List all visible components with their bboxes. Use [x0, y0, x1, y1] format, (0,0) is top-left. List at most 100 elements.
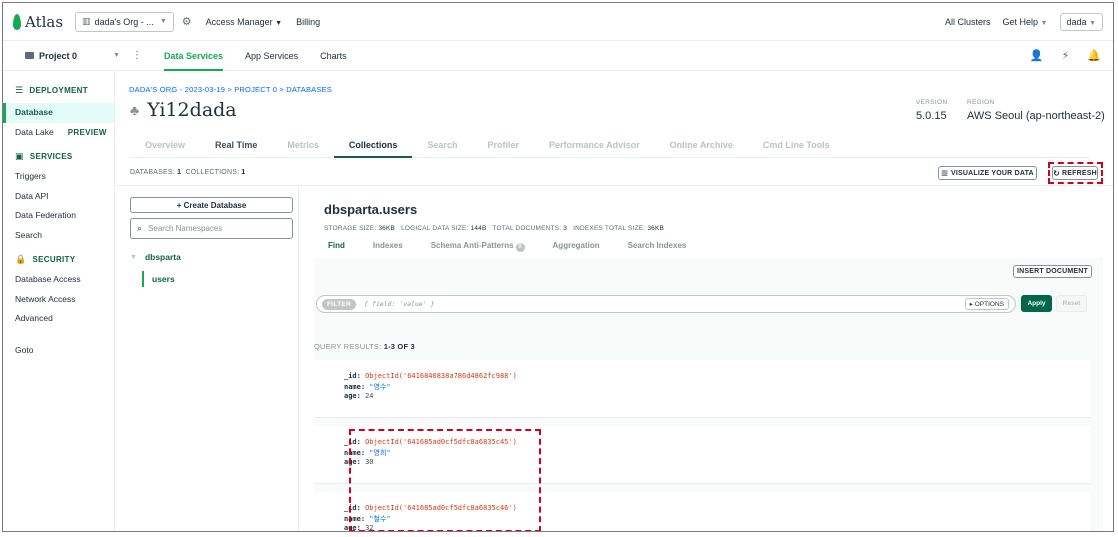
sidebar-item-data-federation[interactable]: Data Federation: [13, 206, 114, 226]
sidebar-item-network-access[interactable]: Network Access: [13, 290, 114, 310]
field-key: _id:: [344, 438, 361, 446]
filter-input[interactable]: { field: 'value' }: [364, 300, 434, 308]
region-block: REGION AWS Seoul (ap-northeast-2): [967, 99, 1105, 122]
tab-real-time[interactable]: Real Time: [200, 139, 272, 158]
deployment-header: ☰ DEPLOYMENT: [15, 85, 114, 96]
chevron-down-icon: ▼: [1089, 19, 1096, 27]
caret-down-icon: ▼: [130, 253, 137, 261]
document-card[interactable]: _id: ObjectId('641685ad0cf5dfc8a6835c46'…: [314, 492, 1090, 531]
document-card[interactable]: _id: ObjectId('641685ad0cf5dfc8a6835c45'…: [314, 426, 1090, 484]
security-header: 🔒 SECURITY: [15, 254, 114, 265]
tab-search[interactable]: Search: [412, 139, 472, 158]
all-clusters-link[interactable]: All Clusters: [945, 17, 991, 27]
org-selector-label: dada's Org - ...: [94, 16, 154, 27]
page-title: Yi12dada: [147, 99, 237, 121]
database-item-dbsparta[interactable]: ▼ dbsparta: [130, 252, 181, 262]
apply-button[interactable]: Apply: [1021, 295, 1052, 312]
refresh-button[interactable]: ↻ REFRESH: [1052, 166, 1098, 180]
activity-feed-icon[interactable]: ⚡: [1062, 49, 1070, 62]
tab-performance-advisor[interactable]: Performance Advisor: [534, 139, 655, 158]
document-card[interactable]: _id: ObjectId('6416840838a786d4862fc988'…: [314, 360, 1090, 418]
query-results-label: QUERY RESULTS: 1-3 OF 3: [314, 342, 415, 351]
access-manager-label: Access Manager: [205, 16, 273, 27]
doc-field-id: _id: ObjectId('641685ad0cf5dfc8a6835c46'…: [344, 504, 517, 512]
services-icon: ▣: [15, 151, 24, 161]
project-icons: 👤 ⚡ 🔔: [1030, 49, 1101, 62]
user-name: dada: [1066, 16, 1087, 27]
doc-field-age: age: 30: [344, 458, 374, 466]
tab-online-archive[interactable]: Online Archive: [655, 139, 748, 158]
databases-count: 1: [177, 169, 182, 176]
tab-find[interactable]: Find: [314, 240, 359, 256]
invite-user-icon[interactable]: 👤: [1030, 49, 1044, 62]
left-sidebar: ☰ DEPLOYMENT Database Data Lake PREVIEW ▣ S…: [3, 71, 115, 531]
sidebar-item-advanced[interactable]: Advanced: [13, 309, 114, 329]
cluster-title: ♣ Yi12dada: [130, 99, 237, 121]
tab-collections[interactable]: Collections: [333, 139, 413, 158]
get-help-menu[interactable]: Get Help ▼: [1003, 17, 1048, 27]
create-database-button[interactable]: + Create Database: [130, 197, 293, 213]
search-namespaces-input[interactable]: [148, 224, 279, 233]
tab-aggregation[interactable]: Aggregation: [539, 240, 614, 256]
tab-schema-anti-patterns[interactable]: Schema Anti-Patterns 0: [417, 240, 539, 256]
bell-icon[interactable]: 🔔: [1087, 49, 1101, 62]
collection-stats: STORAGE SIZE: 36KB LOGICAL DATA SIZE: 14…: [324, 225, 664, 232]
sidebar-item-database[interactable]: Database: [3, 103, 114, 123]
breadcrumb[interactable]: DADA'S ORG - 2023-03-19 > PROJECT 0 > DA…: [129, 85, 332, 94]
sidebar-item-label: Network Access: [15, 293, 76, 304]
atlas-logo[interactable]: Atlas: [13, 13, 63, 31]
access-manager-menu[interactable]: Access Manager ▼: [206, 17, 282, 27]
collection-item-users[interactable]: users: [142, 271, 175, 287]
chevron-down-icon: ▼: [113, 52, 120, 59]
tab-profiler[interactable]: Profiler: [472, 139, 534, 158]
project-navbar: Project 0 ▼ ⋮ Data Services App Services…: [3, 41, 1113, 71]
sidebar-item-goto[interactable]: Goto: [13, 341, 114, 361]
tab-charts[interactable]: Charts: [320, 41, 347, 71]
visualize-data-button[interactable]: ▥ VISUALIZE YOUR DATA: [938, 166, 1037, 180]
top-navbar: Atlas ▥ dada's Org - ... ▼ ⚙ Access Mana…: [3, 3, 1113, 41]
storage-value: 36KB: [378, 225, 396, 232]
security-header-label: SECURITY: [32, 255, 76, 264]
sidebar-item-triggers[interactable]: Triggers: [13, 167, 114, 187]
user-menu[interactable]: dada ▼: [1059, 12, 1103, 31]
tab-cmd-line-tools[interactable]: Cmd Line Tools: [748, 139, 845, 158]
version-block: VERSION 5.0.15: [916, 99, 947, 122]
field-key: name:: [344, 383, 366, 391]
tab-search-indexes[interactable]: Search Indexes: [614, 240, 701, 256]
tab-indexes[interactable]: Indexes: [359, 240, 417, 256]
tab-app-services[interactable]: App Services: [245, 41, 298, 71]
search-icon: ⌕: [137, 223, 143, 233]
gear-icon[interactable]: ⚙: [182, 15, 192, 28]
tab-overview[interactable]: Overview: [130, 139, 200, 158]
sidebar-item-label: Database: [15, 107, 53, 117]
logo-text: Atlas: [25, 12, 64, 31]
org-selector[interactable]: ▥ dada's Org - ... ▼: [75, 11, 174, 32]
sidebar-item-data-lake[interactable]: Data Lake PREVIEW: [13, 123, 114, 143]
database-name: dbsparta: [144, 252, 181, 262]
field-key: age:: [344, 392, 361, 400]
project-selector[interactable]: Project 0 ▼: [25, 51, 120, 61]
sidebar-item-data-api[interactable]: Data API: [13, 187, 114, 207]
org-building-icon: ▥: [82, 16, 91, 26]
field-value: "철수": [369, 515, 391, 523]
total-documents-label: TOTAL DOCUMENTS:: [492, 225, 562, 232]
sidebar-item-search[interactable]: Search: [13, 226, 114, 246]
reset-button[interactable]: Reset: [1056, 295, 1087, 312]
sidebar-item-database-access[interactable]: Database Access: [13, 270, 114, 290]
kebab-menu-icon[interactable]: ⋮: [132, 50, 142, 61]
cluster-tabs: Overview Real Time Metrics Collections S…: [130, 139, 1090, 158]
sidebar-item-label: Advanced: [15, 313, 53, 323]
tab-metrics[interactable]: Metrics: [272, 139, 334, 158]
billing-link[interactable]: Billing: [296, 17, 320, 27]
insert-document-button[interactable]: INSERT DOCUMENT: [1013, 265, 1092, 278]
tab-data-services[interactable]: Data Services: [164, 41, 224, 71]
field-value: "영희": [369, 449, 391, 457]
field-value: 24: [365, 392, 374, 400]
atlas-window: Atlas ▥ dada's Org - ... ▼ ⚙ Access Mana…: [2, 2, 1114, 532]
doc-field-id: _id: ObjectId('641685ad0cf5dfc8a6835c45'…: [344, 438, 517, 446]
filter-bar[interactable]: FILTER { field: 'value' } ▸ OPTIONS: [316, 295, 1016, 313]
options-button[interactable]: ▸ OPTIONS: [964, 298, 1009, 310]
total-documents-value: 3: [563, 225, 568, 232]
indexes-size-label: INDEXES TOTAL SIZE:: [573, 225, 646, 232]
namespace-search[interactable]: ⌕: [130, 218, 293, 239]
